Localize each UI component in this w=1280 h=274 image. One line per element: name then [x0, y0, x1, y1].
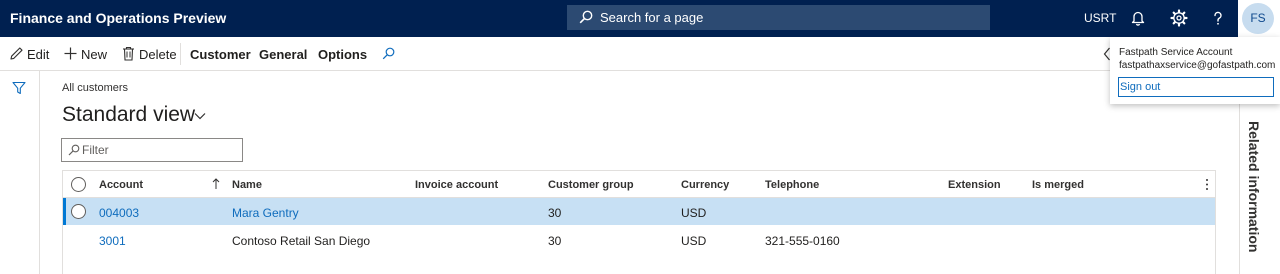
trash-icon: [123, 46, 134, 61]
column-header-extension[interactable]: Extension: [948, 179, 1001, 191]
account-button[interactable]: FS: [1238, 0, 1280, 37]
avatar: FS: [1242, 3, 1274, 34]
grid-header: Account Name Invoice account Customer gr…: [63, 171, 1215, 198]
column-header-telephone[interactable]: Telephone: [765, 179, 819, 191]
company-picker[interactable]: USRT: [1084, 11, 1116, 25]
related-information-label: Related information: [1246, 121, 1262, 253]
more-options-icon[interactable]: [1205, 178, 1209, 191]
column-header-currency[interactable]: Currency: [681, 179, 729, 191]
customers-grid: Account Name Invoice account Customer gr…: [62, 170, 1216, 274]
action-search-icon[interactable]: [382, 47, 395, 60]
plus-icon: [64, 47, 77, 60]
sort-ascending-icon: [212, 178, 220, 189]
table-row[interactable]: 004003 Mara Gentry 30 USD: [63, 198, 1215, 225]
column-header-name[interactable]: Name: [232, 179, 262, 191]
select-all-radio[interactable]: [71, 177, 86, 192]
filter-input[interactable]: [82, 142, 237, 158]
edit-icon: [10, 47, 23, 60]
breadcrumb: All customers: [62, 82, 129, 94]
cell-name: Contoso Retail San Diego: [232, 234, 371, 248]
action-pane: Edit New Delete Customer General Options: [0, 37, 1280, 71]
account-popup: Fastpath Service Account fastpathaxservi…: [1110, 37, 1280, 104]
cell-customer-group: 30: [548, 206, 562, 220]
column-header-account[interactable]: Account: [99, 179, 143, 191]
cell-account[interactable]: 004003: [99, 206, 139, 220]
cell-currency: USD: [681, 234, 707, 248]
gear-icon[interactable]: [1169, 8, 1189, 28]
filter-search-icon: [68, 144, 80, 156]
cell-telephone: 321-555-0160: [765, 234, 840, 248]
cell-customer-group: 30: [548, 234, 562, 248]
filter-pane-strip: [0, 71, 40, 274]
column-header-invoice-account[interactable]: Invoice account: [415, 179, 498, 191]
search-placeholder: Search for a page: [600, 10, 704, 25]
cell-name[interactable]: Mara Gentry: [232, 206, 299, 220]
top-nav-bar: Finance and Operations Preview Search fo…: [0, 0, 1280, 37]
column-header-is-merged[interactable]: Is merged: [1032, 179, 1084, 191]
filter-icon[interactable]: [12, 81, 26, 95]
view-title[interactable]: Standard view: [62, 103, 195, 127]
cell-account[interactable]: 3001: [99, 234, 126, 248]
table-row[interactable]: 3001 Contoso Retail San Diego 30 USD 321…: [63, 226, 1215, 253]
bell-icon[interactable]: [1128, 8, 1148, 28]
help-icon[interactable]: [1208, 8, 1228, 28]
delete-button[interactable]: Delete: [139, 47, 177, 62]
edit-button[interactable]: Edit: [27, 47, 49, 62]
account-name: Fastpath Service Account: [1119, 47, 1233, 58]
app-title[interactable]: Finance and Operations Preview: [10, 10, 226, 26]
filter-field[interactable]: [61, 138, 243, 162]
menu-general[interactable]: General: [259, 47, 307, 62]
sign-out-button[interactable]: Sign out: [1118, 77, 1274, 97]
action-separator: [180, 43, 181, 65]
column-header-customer-group[interactable]: Customer group: [548, 179, 634, 191]
chevron-down-icon[interactable]: [194, 112, 206, 120]
menu-options[interactable]: Options: [318, 47, 367, 62]
menu-customer[interactable]: Customer: [190, 47, 251, 62]
search-box[interactable]: Search for a page: [567, 5, 990, 30]
new-button[interactable]: New: [81, 47, 107, 62]
account-email: fastpathaxservice@gofastpath.com: [1119, 60, 1276, 71]
search-icon: [579, 10, 593, 24]
row-select-radio[interactable]: [71, 204, 86, 219]
cell-currency: USD: [681, 206, 707, 220]
